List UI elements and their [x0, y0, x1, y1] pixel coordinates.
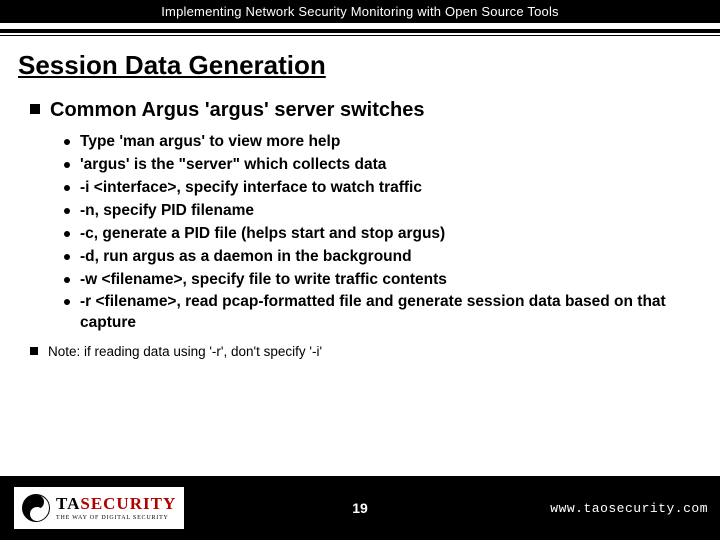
logo-tagline: THE WAY OF DIGITAL SECURITY: [56, 515, 176, 521]
dot-icon: [64, 208, 70, 214]
list-item: -d, run argus as a daemon in the backgro…: [64, 247, 698, 268]
divider: [0, 29, 720, 36]
dot-icon: [64, 162, 70, 168]
square-bullet-icon: [30, 104, 40, 114]
note-text: Note: if reading data using '-r', don't …: [48, 344, 322, 359]
list-item: -c, generate a PID file (helps start and…: [64, 224, 698, 245]
logo-main: TASECURITY: [56, 495, 176, 512]
bullet-list: Type 'man argus' to view more help 'argu…: [64, 132, 698, 334]
section-heading: Common Argus 'argus' server switches: [30, 99, 698, 122]
footer-url: www.taosecurity.com: [550, 501, 708, 516]
note-line: Note: if reading data using '-r', don't …: [30, 344, 698, 359]
dot-icon: [64, 139, 70, 145]
list-item: -i <interface>, specify interface to wat…: [64, 178, 698, 199]
footer-bar: TASECURITY THE WAY OF DIGITAL SECURITY 1…: [0, 476, 720, 540]
dot-icon: [64, 299, 70, 305]
slide-title: Session Data Generation: [18, 50, 720, 81]
list-item: -n, specify PID filename: [64, 201, 698, 222]
dot-icon: [64, 277, 70, 283]
list-item: -w <filename>, specify file to write tra…: [64, 270, 698, 291]
square-bullet-icon: [30, 347, 38, 355]
logo-text: TASECURITY THE WAY OF DIGITAL SECURITY: [56, 495, 176, 521]
header-title: Implementing Network Security Monitoring…: [161, 4, 558, 19]
dot-icon: [64, 254, 70, 260]
dot-icon: [64, 231, 70, 237]
logo: TASECURITY THE WAY OF DIGITAL SECURITY: [12, 485, 186, 531]
header-bar: Implementing Network Security Monitoring…: [0, 0, 720, 23]
dot-icon: [64, 185, 70, 191]
yinyang-icon: [22, 494, 50, 522]
list-item: -r <filename>, read pcap-formatted file …: [64, 292, 698, 334]
list-item: 'argus' is the "server" which collects d…: [64, 155, 698, 176]
list-item: Type 'man argus' to view more help: [64, 132, 698, 153]
heading-text: Common Argus 'argus' server switches: [50, 99, 424, 121]
page-number: 19: [352, 500, 368, 516]
content-area: Common Argus 'argus' server switches Typ…: [0, 99, 720, 476]
